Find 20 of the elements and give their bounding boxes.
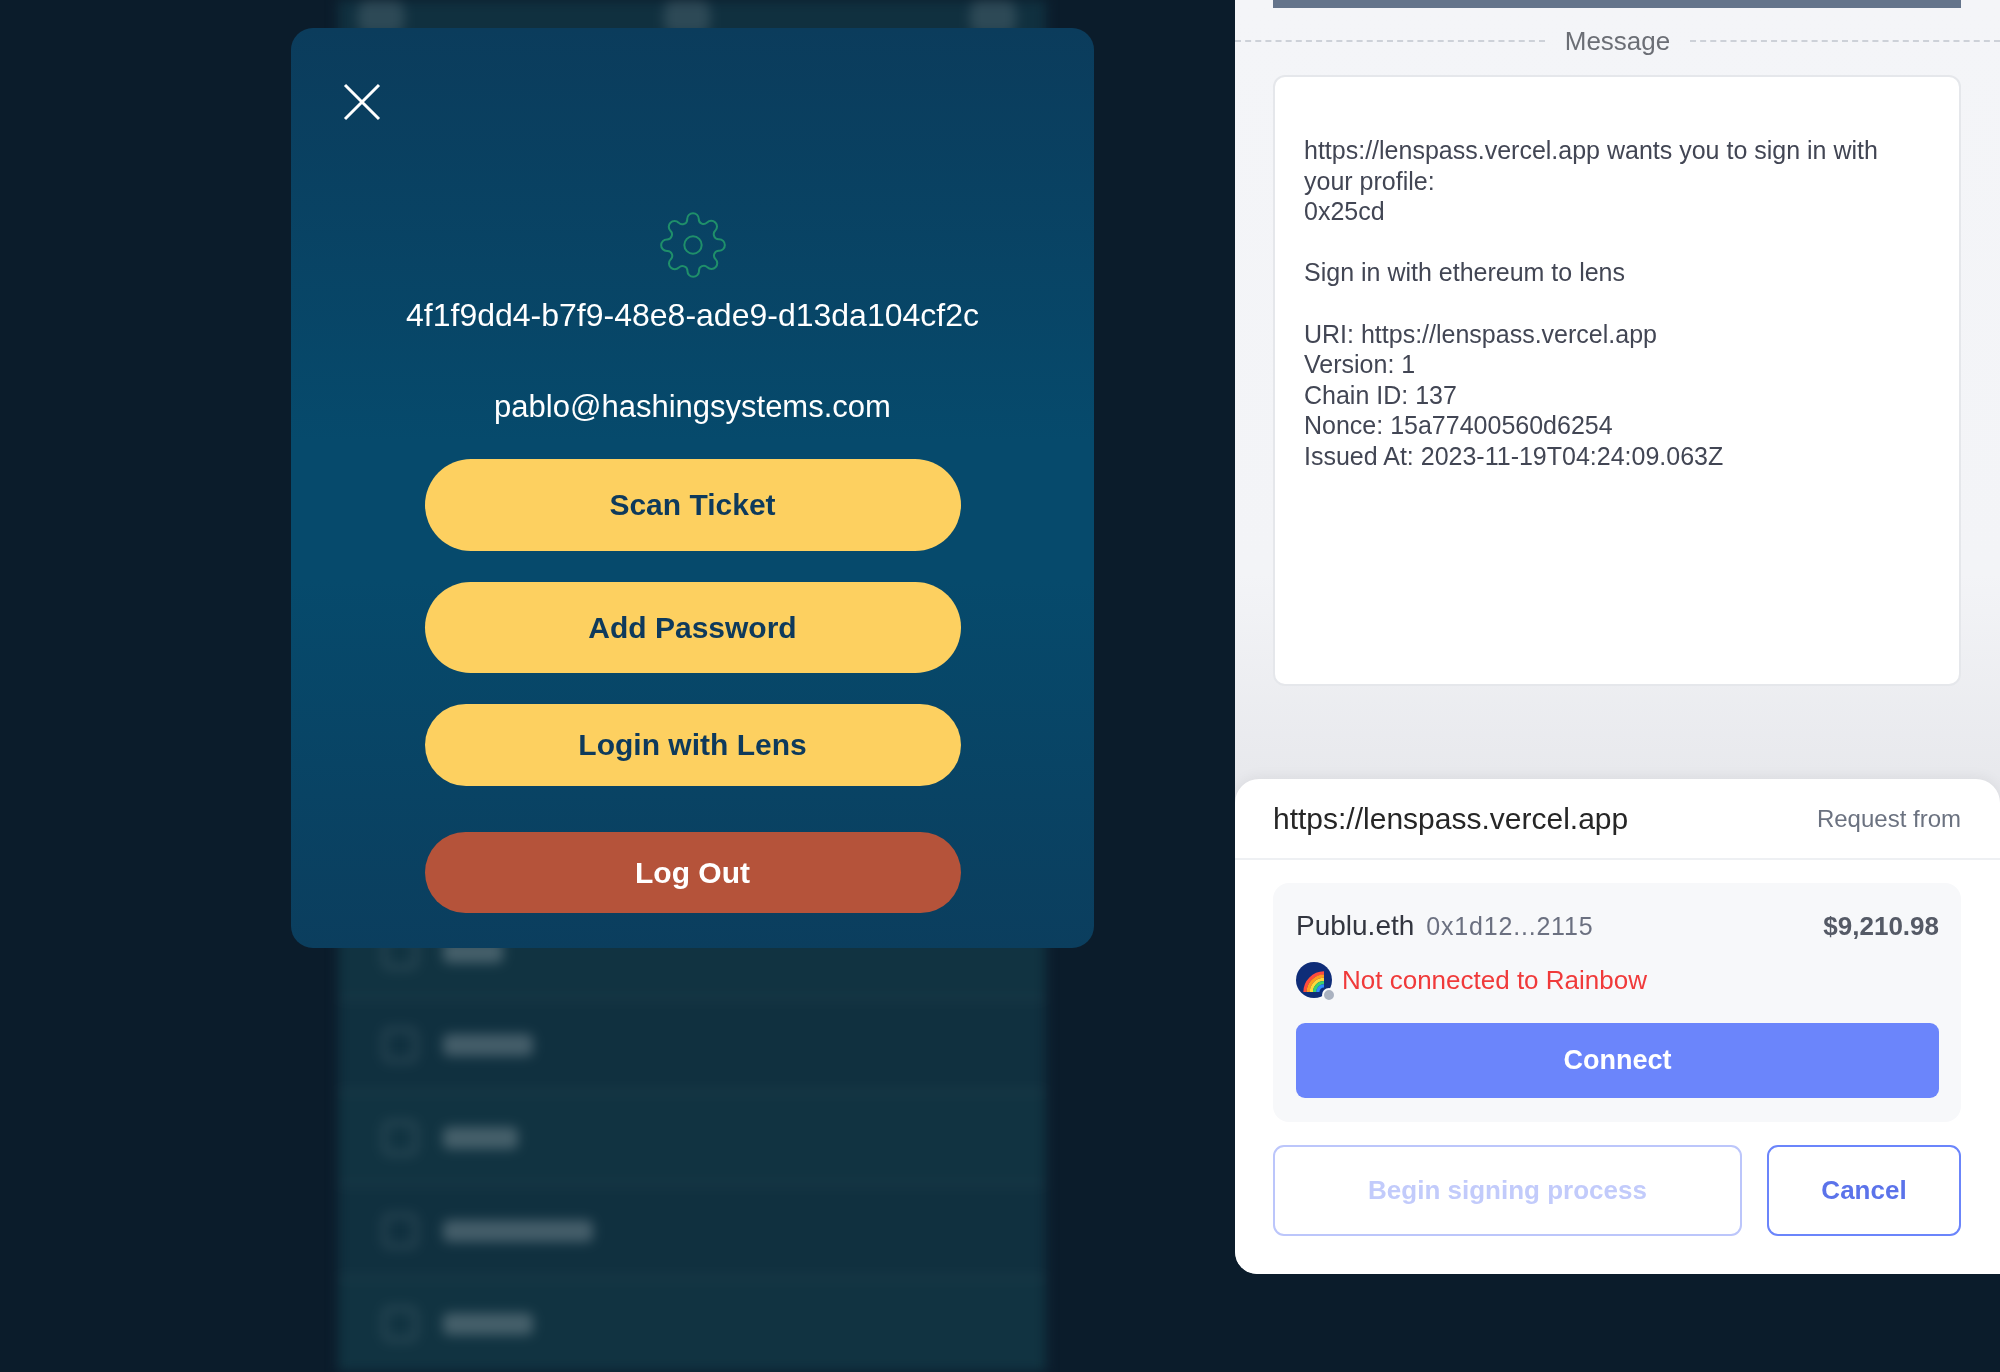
action-button[interactable]: Login with Lens bbox=[424, 704, 961, 786]
account-balance: $9,210.98 bbox=[1823, 910, 1939, 942]
close-button[interactable] bbox=[343, 83, 381, 121]
profile-email: pablo@hashingsystems.com bbox=[494, 389, 891, 425]
rainbow-icon bbox=[1296, 962, 1332, 998]
close-icon bbox=[343, 83, 381, 121]
request-from-label: Request from bbox=[1816, 803, 1961, 834]
cancel-button[interactable]: Cancel bbox=[1767, 1145, 1961, 1236]
gear-icon bbox=[659, 212, 726, 278]
action-button[interactable]: Scan Ticket bbox=[424, 459, 961, 551]
profile-id: 4f1f9dd4-b7f9-48e8-ade9-d13da104cf2c bbox=[406, 297, 979, 333]
message-heading: Message bbox=[1563, 27, 1672, 55]
logout-button[interactable]: Log Out bbox=[424, 832, 961, 913]
account-address: 0x1d12...2115 bbox=[1426, 911, 1594, 941]
action-button[interactable]: Add Password bbox=[424, 582, 961, 673]
message-text: https://lenspass.vercel.app wants you to sign in with your profile: 0x25cd Sign in with ethereum to lens URI: https://lenspass.vercel.app Version: 1 Chain ID: 137 Nonce: 15a77400560d6254 Issued At: 2023-11-19T04:24:09.063Z bbox=[1304, 135, 1879, 472]
request-origin: https://lenspass.vercel.app bbox=[1273, 800, 1629, 837]
account-name: Publu.eth bbox=[1296, 909, 1415, 943]
connect-button[interactable]: Connect bbox=[1296, 1023, 1939, 1098]
connection-status: Not connected to Rainbow bbox=[1342, 964, 1647, 996]
